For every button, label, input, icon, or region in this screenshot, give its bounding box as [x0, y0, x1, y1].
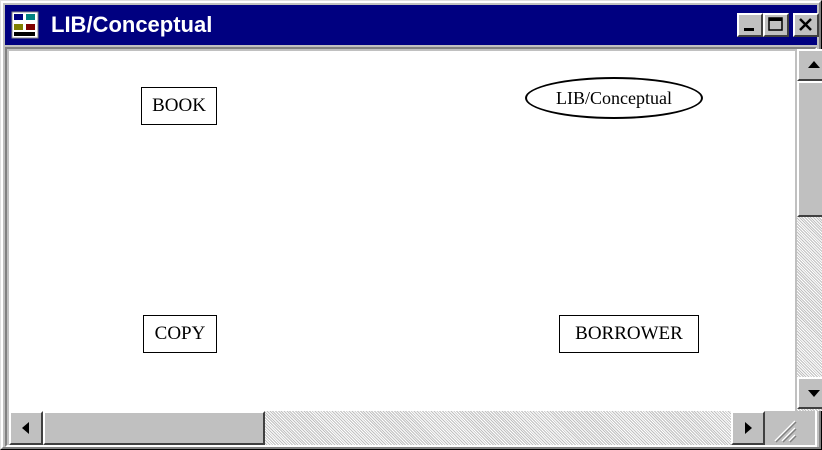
scroll-up-button[interactable]	[797, 49, 822, 81]
window-title: LIB/Conceptual	[51, 12, 213, 37]
minimize-button[interactable]	[737, 13, 763, 37]
diagram-app-icon[interactable]	[11, 11, 39, 39]
diagram-canvas[interactable]: BOOK LIB/Conceptual COPY BORROWER	[9, 51, 795, 411]
maximize-button[interactable]	[763, 13, 789, 37]
title-bar[interactable]: LIB/Conceptual	[5, 5, 819, 45]
vertical-scrollbar[interactable]	[797, 49, 822, 411]
size-grip[interactable]	[765, 411, 799, 445]
scroll-down-button[interactable]	[797, 377, 822, 409]
scroll-left-button[interactable]	[9, 411, 43, 445]
horizontal-scroll-thumb[interactable]	[43, 411, 265, 445]
entity-book[interactable]: BOOK	[141, 87, 217, 125]
close-button[interactable]	[793, 13, 819, 37]
diagram-window: LIB/Conceptual BOOK LIB/Conceptual COPY …	[0, 0, 822, 450]
diagram-title-ellipse[interactable]: LIB/Conceptual	[525, 77, 703, 119]
entity-borrower[interactable]: BORROWER	[559, 315, 699, 353]
vertical-scroll-thumb[interactable]	[797, 81, 822, 217]
diagram-client-area: BOOK LIB/Conceptual COPY BORROWER	[5, 47, 822, 447]
horizontal-scrollbar[interactable]	[9, 411, 765, 445]
entity-copy[interactable]: COPY	[143, 315, 217, 353]
scroll-right-button[interactable]	[731, 411, 765, 445]
